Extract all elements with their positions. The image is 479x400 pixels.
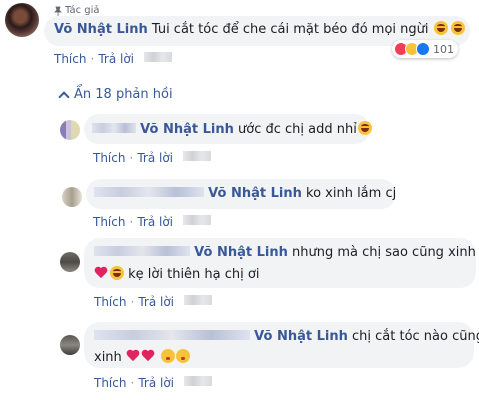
author-avatar[interactable] [5,3,39,37]
laughing-emoji [110,266,124,280]
main-comment-text: Võ Nhật Linh Tui cắt tóc để che cái mặt … [54,21,465,37]
timestamp-blurred[interactable] [144,52,172,62]
reply-actions: Thích · Trả lời [93,215,211,229]
reply-actions: Thích · Trả lời [94,376,212,390]
reply-link[interactable]: Trả lời [137,151,173,165]
reply-link[interactable]: Trả lời [137,215,173,229]
laughing-emoji [433,21,448,35]
reply-body-line2: kẹ lời thiên hạ chị ơi [128,267,260,282]
reply-text-line2: xinh [94,349,191,365]
mention-link[interactable]: Võ Nhật Linh [140,122,234,137]
timestamp-blurred[interactable] [183,215,211,225]
reply-body-line2: xinh [94,350,122,365]
reply-body: ước đc chị add nhỉ [238,122,357,137]
separator: · [129,215,134,229]
blurred-name[interactable] [94,246,190,256]
hide-replies-label: Ẩn 18 phản hồi [74,87,173,102]
main-comment-actions: Thích · Trả lời [54,52,172,66]
timestamp-blurred[interactable] [183,151,211,161]
reply-actions: Thích · Trả lời [93,151,211,165]
blurred-name[interactable] [92,123,136,133]
reply-actions: Thích · Trả lời [94,295,212,309]
reactions-summary[interactable]: 101 [392,40,458,58]
separator: · [130,376,135,390]
reply-avatar[interactable] [60,335,80,355]
reply-text-line1: Võ Nhật Linh chị cắt tóc nào cũng [94,329,479,344]
laughing-emoji [357,121,372,135]
heart-emoji [126,350,140,363]
reply-avatar[interactable] [62,187,82,207]
reaction-count: 101 [433,42,454,56]
laughing-emoji [450,21,465,35]
separator: · [90,52,95,66]
blurred-name[interactable] [94,330,250,340]
main-comment-body: Tui cắt tóc để che cái mặt béo đó mọi ng… [151,22,429,37]
like-link[interactable]: Thích [94,295,126,309]
reply-link[interactable]: Trả lời [98,52,134,66]
blurred-name[interactable] [94,187,204,197]
chevron-up-icon [58,90,70,103]
kiss-emoji [176,349,191,363]
reply-text-line1: Võ Nhật Linh nhưng mà chị sao cũng xinh [94,245,476,260]
author-badge: Tác giả [53,5,100,16]
timestamp-blurred[interactable] [184,295,212,305]
reply-avatar[interactable] [60,252,80,272]
kiss-emoji [161,349,176,363]
like-reaction-icon [416,42,430,56]
like-link[interactable]: Thích [54,52,86,66]
heart-emoji [94,267,108,280]
author-tag-label: Tác giả [65,5,100,16]
reply-text-line2: kẹ lời thiên hạ chị ơi [94,266,259,282]
heart-emoji [141,350,155,363]
reply-body: chị cắt tóc nào cũng [352,329,479,344]
like-link[interactable]: Thích [94,376,126,390]
like-link[interactable]: Thích [93,151,125,165]
author-name-link[interactable]: Võ Nhật Linh [54,22,148,37]
mention-link[interactable]: Võ Nhật Linh [208,186,302,201]
reply-link[interactable]: Trả lời [138,376,174,390]
like-link[interactable]: Thích [93,215,125,229]
mention-link[interactable]: Võ Nhật Linh [194,245,288,260]
reply-body: nhưng mà chị sao cũng xinh [292,245,476,260]
reply-avatar[interactable] [60,120,80,140]
reply-text: Võ Nhật Linh ko xinh lắm cj [94,186,396,201]
pin-icon [54,6,62,16]
reply-link[interactable]: Trả lời [138,295,174,309]
timestamp-blurred[interactable] [184,376,212,386]
mention-link[interactable]: Võ Nhật Linh [254,329,348,344]
reply-text: Võ Nhật Linh ước đc chị add nhỉ [92,121,372,137]
reply-body: ko xinh lắm cj [306,186,397,201]
separator: · [130,295,135,309]
hide-replies-button[interactable]: Ẩn 18 phản hồi [58,87,173,103]
separator: · [129,151,134,165]
